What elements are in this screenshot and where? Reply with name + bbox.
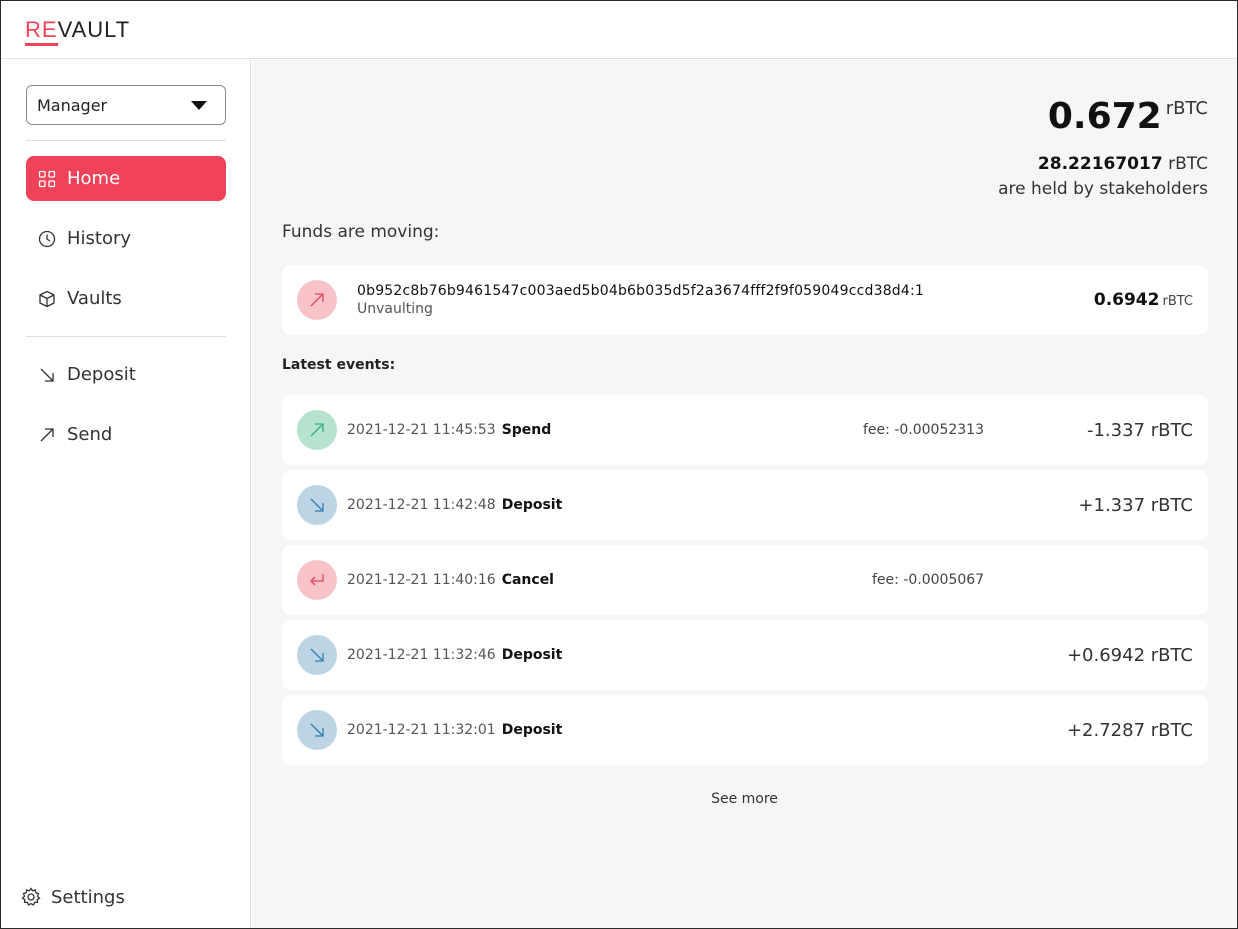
- top-header: RE VAULT: [1, 1, 1237, 59]
- event-fee: fee: -0.0005067: [872, 572, 985, 588]
- moving-txid: 0b952c8b76b9461547c003aed5b04b6b035d5f2a…: [357, 283, 925, 299]
- sidebar-item-history[interactable]: History: [26, 216, 226, 261]
- event-type: Deposit: [501, 647, 563, 663]
- role-select-value: Manager: [37, 95, 108, 115]
- see-more-link[interactable]: See more: [252, 791, 1237, 807]
- sidebar-item-home[interactable]: Home: [26, 156, 226, 201]
- balance-amount: 0.672: [1047, 96, 1162, 137]
- sidebar-item-label: Vaults: [67, 288, 122, 309]
- event-type: Deposit: [501, 497, 563, 513]
- event-type: Cancel: [501, 572, 554, 588]
- event-date: 2021-12-21 11:40:16: [347, 572, 496, 588]
- balance-unit: rBTC: [1165, 98, 1208, 119]
- moving-status: Unvaulting: [357, 301, 433, 317]
- event-amount: +2.7287 rBTC: [1066, 719, 1193, 741]
- moving-amount: 0.6942 rBTC: [1094, 290, 1193, 310]
- sidebar-item-deposit[interactable]: Deposit: [26, 352, 226, 397]
- held-by-stakeholders: 28.22167017 rBTC are held by stakeholder…: [998, 152, 1208, 202]
- cube-icon: [38, 290, 56, 308]
- latest-events-title: Latest events:: [282, 357, 396, 373]
- sidebar: Manager Home History Vaults Deposit Send…: [1, 60, 251, 928]
- held-unit: rBTC: [1168, 154, 1208, 174]
- sidebar-divider: [26, 140, 226, 141]
- event-date: 2021-12-21 11:45:53: [347, 422, 496, 438]
- sidebar-item-label: Send: [67, 424, 113, 445]
- role-select[interactable]: Manager: [26, 85, 226, 125]
- cancel-return-icon: [297, 560, 337, 600]
- main-content: 0.672 rBTC 28.22167017 rBTC are held by s…: [252, 60, 1237, 928]
- grid-icon: [38, 170, 56, 188]
- sidebar-item-send[interactable]: Send: [26, 412, 226, 457]
- event-row[interactable]: 2021-12-21 11:32:46 Deposit +0.6942 rBTC: [282, 620, 1208, 690]
- settings-button[interactable]: Settings: [21, 883, 125, 911]
- event-row[interactable]: 2021-12-21 11:40:16 Cancel fee: -0.00050…: [282, 545, 1208, 615]
- deposit-arrow-icon: [297, 710, 337, 750]
- moving-details: 0b952c8b76b9461547c003aed5b04b6b035d5f2a…: [357, 283, 924, 317]
- moving-amount-value: 0.6942: [1093, 290, 1160, 310]
- event-row[interactable]: 2021-12-21 11:45:53 Spend fee: -0.000523…: [282, 395, 1208, 465]
- event-date: 2021-12-21 11:32:46: [347, 647, 496, 663]
- funds-moving-title: Funds are moving:: [282, 222, 440, 242]
- unvault-status-icon: [297, 280, 337, 320]
- app-window: RE VAULT Manager Home History Vaults Dep…: [0, 0, 1238, 929]
- moving-amount-unit: rBTC: [1162, 294, 1193, 309]
- clock-icon: [38, 230, 56, 248]
- gear-icon: [21, 887, 41, 907]
- sidebar-item-vaults[interactable]: Vaults: [26, 276, 226, 321]
- sidebar-item-label: Home: [67, 168, 121, 189]
- deposit-arrow-icon: [297, 635, 337, 675]
- event-amount: +0.6942 rBTC: [1066, 644, 1193, 666]
- spend-arrow-icon: [297, 410, 337, 450]
- event-amount: +1.337 rBTC: [1078, 494, 1193, 516]
- sidebar-item-label: History: [67, 228, 132, 249]
- balance-total: 0.672 rBTC: [1048, 96, 1208, 137]
- event-row[interactable]: 2021-12-21 11:32:01 Deposit +2.7287 rBTC: [282, 695, 1208, 765]
- event-date: 2021-12-21 11:42:48: [347, 497, 496, 513]
- revault-logo[interactable]: RE VAULT: [25, 17, 131, 46]
- deposit-arrow-icon: [297, 485, 337, 525]
- settings-label: Settings: [51, 886, 125, 908]
- event-date: 2021-12-21 11:32:01: [347, 722, 496, 738]
- event-fee: fee: -0.00052313: [863, 422, 984, 438]
- event-type: Deposit: [501, 722, 563, 738]
- arrow-up-right-icon: [38, 426, 56, 444]
- moving-funds-card[interactable]: 0b952c8b76b9461547c003aed5b04b6b035d5f2a…: [282, 265, 1208, 335]
- arrow-down-right-icon: [38, 366, 56, 384]
- held-amount: 28.22167017: [1037, 154, 1163, 174]
- logo-re: RE: [25, 17, 58, 46]
- event-row[interactable]: 2021-12-21 11:42:48 Deposit +1.337 rBTC: [282, 470, 1208, 540]
- sidebar-divider: [26, 336, 226, 337]
- event-type: Spend: [501, 422, 552, 438]
- caret-down-icon: [191, 100, 207, 110]
- logo-vault: VAULT: [57, 17, 131, 42]
- sidebar-item-label: Deposit: [67, 364, 136, 385]
- event-amount: -1.337 rBTC: [1086, 419, 1193, 441]
- held-text: are held by stakeholders: [998, 179, 1208, 199]
